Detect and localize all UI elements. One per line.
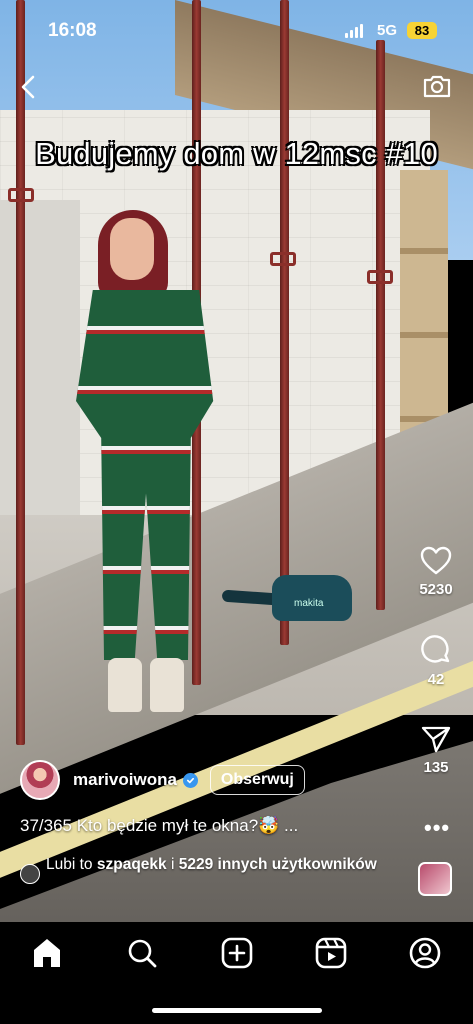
comment-count: 42 (427, 671, 445, 688)
liker-avatar (20, 864, 40, 884)
prop-clamp (8, 188, 34, 202)
comment-icon (421, 635, 450, 663)
liked-by[interactable]: Lubi to szpaqekk i 5229 innych użytkowni… (20, 854, 400, 884)
network-type: 5G (377, 22, 398, 39)
liked-by-others[interactable]: 5229 innych użytkowników (179, 856, 377, 873)
liked-by-prefix: Lubi to (46, 856, 97, 873)
prop-clamp (270, 252, 296, 266)
username[interactable]: marivoiwona (73, 770, 177, 790)
home-icon[interactable] (30, 936, 64, 970)
author-row: marivoiwona Obserwuj (20, 758, 305, 802)
heart-icon (420, 546, 452, 575)
steel-prop (16, 0, 25, 745)
status-bar: 16:08 5G 83 (0, 0, 473, 64)
audio-thumbnail[interactable] (418, 862, 452, 896)
camera-icon[interactable] (421, 70, 453, 102)
follow-button[interactable]: Obserwuj (209, 765, 305, 795)
steel-prop (376, 40, 385, 610)
avatar[interactable] (20, 760, 60, 800)
status-time: 16:08 (48, 20, 97, 41)
steel-prop (280, 0, 289, 645)
reels-icon[interactable] (314, 936, 348, 970)
liked-by-text: Lubi to szpaqekk i 5229 innych użytkowni… (46, 854, 377, 875)
share-button[interactable]: 135 (408, 724, 464, 776)
back-icon[interactable] (18, 74, 42, 100)
power-tool: makita (221, 570, 362, 625)
comment-button[interactable]: 42 (408, 634, 464, 688)
person (70, 210, 230, 720)
profile-icon[interactable] (408, 936, 442, 970)
battery-icon: 83 (407, 22, 437, 39)
like-count: 5230 (419, 581, 453, 598)
prop-clamp (367, 270, 393, 284)
verified-badge-icon (182, 772, 198, 788)
share-count: 135 (423, 759, 449, 776)
create-icon[interactable] (220, 936, 254, 970)
left-wall (0, 200, 80, 520)
like-button[interactable]: 5230 (408, 546, 464, 598)
tool-brand: makita (294, 598, 324, 609)
caption[interactable]: 37/365 Kto będzie mył te okna?🤯 ... (20, 816, 298, 836)
liked-by-conjunction: i (166, 856, 179, 873)
home-indicator (152, 1008, 322, 1013)
more-options-icon[interactable]: ••• (424, 815, 450, 841)
signal-icon (345, 24, 363, 38)
send-icon (421, 726, 451, 753)
reel-title-overlay: Budujemy dom w 12msc #10 (34, 135, 438, 172)
search-icon[interactable] (125, 936, 159, 970)
liked-by-user[interactable]: szpaqekk (97, 856, 167, 873)
